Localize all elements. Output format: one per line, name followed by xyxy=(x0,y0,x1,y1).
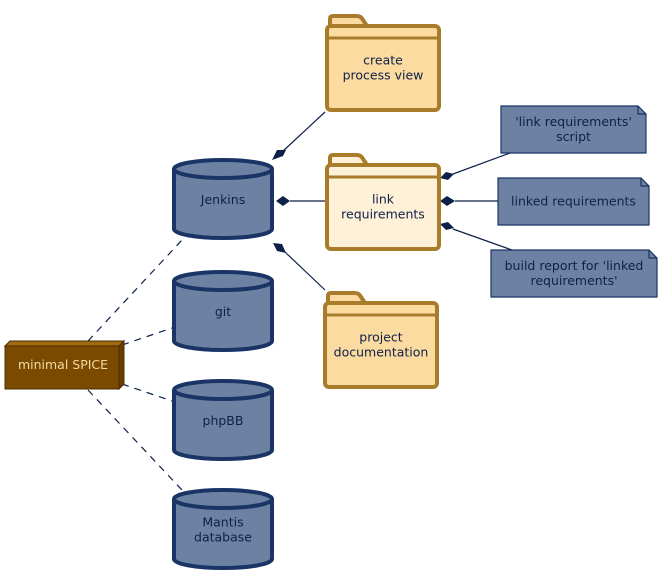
node-minimal-spice[interactable]: minimal SPICE xyxy=(3,339,126,391)
label-line: link xyxy=(372,192,395,207)
label-line: build report for 'linked xyxy=(505,258,644,273)
label-line: project xyxy=(359,330,402,345)
artifact-build-report[interactable]: build report for 'linkedrequirements' xyxy=(490,249,658,298)
database-phpbb[interactable]: phpBB xyxy=(172,379,274,461)
label-line: requirements xyxy=(341,207,425,222)
label-line: 'link requirements' xyxy=(515,114,632,129)
cylinder-top xyxy=(172,379,274,401)
composition-diamond xyxy=(272,150,286,160)
label-line: Mantis xyxy=(202,515,243,530)
database-git[interactable]: git xyxy=(172,270,274,352)
database-jenkins[interactable]: Jenkins xyxy=(172,158,274,240)
edge-jenkins-create xyxy=(281,111,326,153)
cylinder-top xyxy=(172,488,274,510)
label-line: linked requirements xyxy=(511,194,636,209)
label-line: documentation xyxy=(334,345,429,360)
composition-diamond xyxy=(440,172,454,180)
label-line: create xyxy=(363,53,403,68)
label-line: script xyxy=(556,129,591,144)
edge-spice-phpbb xyxy=(121,383,173,402)
artifact-linked-requirements[interactable]: linked requirements xyxy=(497,177,650,226)
label-line: git xyxy=(215,304,231,319)
deployment-diagram: minimal SPICE Jenkins git phpBB Mantisdatab… xyxy=(3,14,658,570)
edge-spice-jenkins xyxy=(87,239,183,342)
label-line: database xyxy=(194,530,252,545)
label-line: process view xyxy=(343,68,424,83)
cylinder-top xyxy=(172,270,274,292)
cylinder-top xyxy=(172,158,274,180)
label-line: requirements' xyxy=(530,273,617,288)
edge-jenkins-project xyxy=(284,251,326,291)
composition-diamond xyxy=(440,196,455,206)
edge-spice-git xyxy=(121,327,173,346)
folder-create-process-view[interactable]: createprocess view xyxy=(325,14,441,112)
edge-spice-mantis xyxy=(87,389,183,491)
label-line: Jenkins xyxy=(200,192,245,207)
edge-link-build xyxy=(452,228,513,251)
folder-project-documentation[interactable]: projectdocumentation xyxy=(323,291,439,389)
edge-link-script xyxy=(452,152,511,175)
composition-diamond xyxy=(276,196,290,206)
folder-link-requirements[interactable]: linkrequirements xyxy=(325,153,441,251)
artifact-link-requirements-script[interactable]: 'link requirements'script xyxy=(500,105,647,154)
label-line: phpBB xyxy=(203,413,244,428)
database-mantis[interactable]: Mantisdatabase xyxy=(172,488,274,570)
composition-diamond xyxy=(273,243,286,253)
composition-diamond xyxy=(440,222,454,230)
node-label: minimal SPICE xyxy=(18,357,108,372)
